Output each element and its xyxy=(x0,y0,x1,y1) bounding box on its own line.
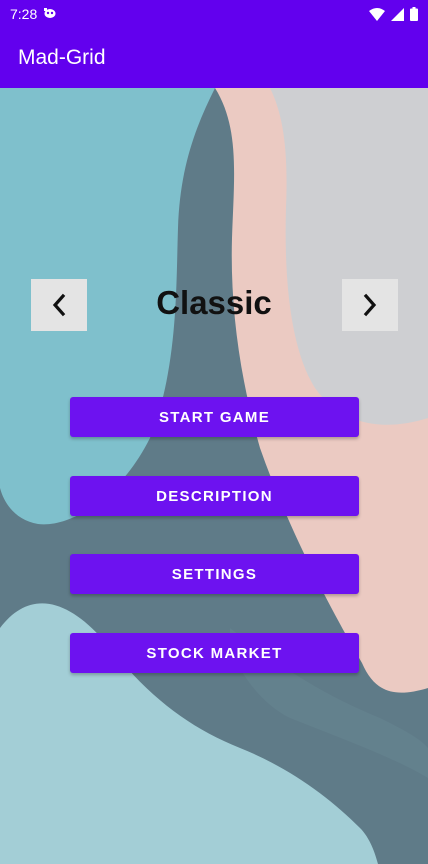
chevron-left-icon xyxy=(52,293,66,317)
app-screen: 7:28 Mad-Grid Classic START GAME DESCRIP… xyxy=(0,0,428,864)
stock-market-button[interactable]: STOCK MARKET xyxy=(70,633,359,673)
status-right xyxy=(369,7,418,21)
battery-icon xyxy=(410,7,418,21)
mode-title: Classic xyxy=(156,284,272,321)
next-mode-button[interactable] xyxy=(342,279,398,331)
mode-selector: Classic xyxy=(0,278,428,334)
previous-mode-button[interactable] xyxy=(31,279,87,331)
app-title: Mad-Grid xyxy=(18,46,106,69)
wifi-icon xyxy=(369,7,385,21)
start-game-button[interactable]: START GAME xyxy=(70,397,359,437)
status-left: 7:28 xyxy=(10,6,57,22)
description-button[interactable]: DESCRIPTION xyxy=(70,476,359,516)
settings-button[interactable]: SETTINGS xyxy=(70,554,359,594)
app-bar: Mad-Grid xyxy=(0,28,428,88)
status-time: 7:28 xyxy=(10,6,38,22)
chevron-right-icon xyxy=(363,293,377,317)
signal-icon xyxy=(391,7,404,21)
notification-icon xyxy=(43,6,57,22)
status-bar: 7:28 xyxy=(0,0,428,28)
